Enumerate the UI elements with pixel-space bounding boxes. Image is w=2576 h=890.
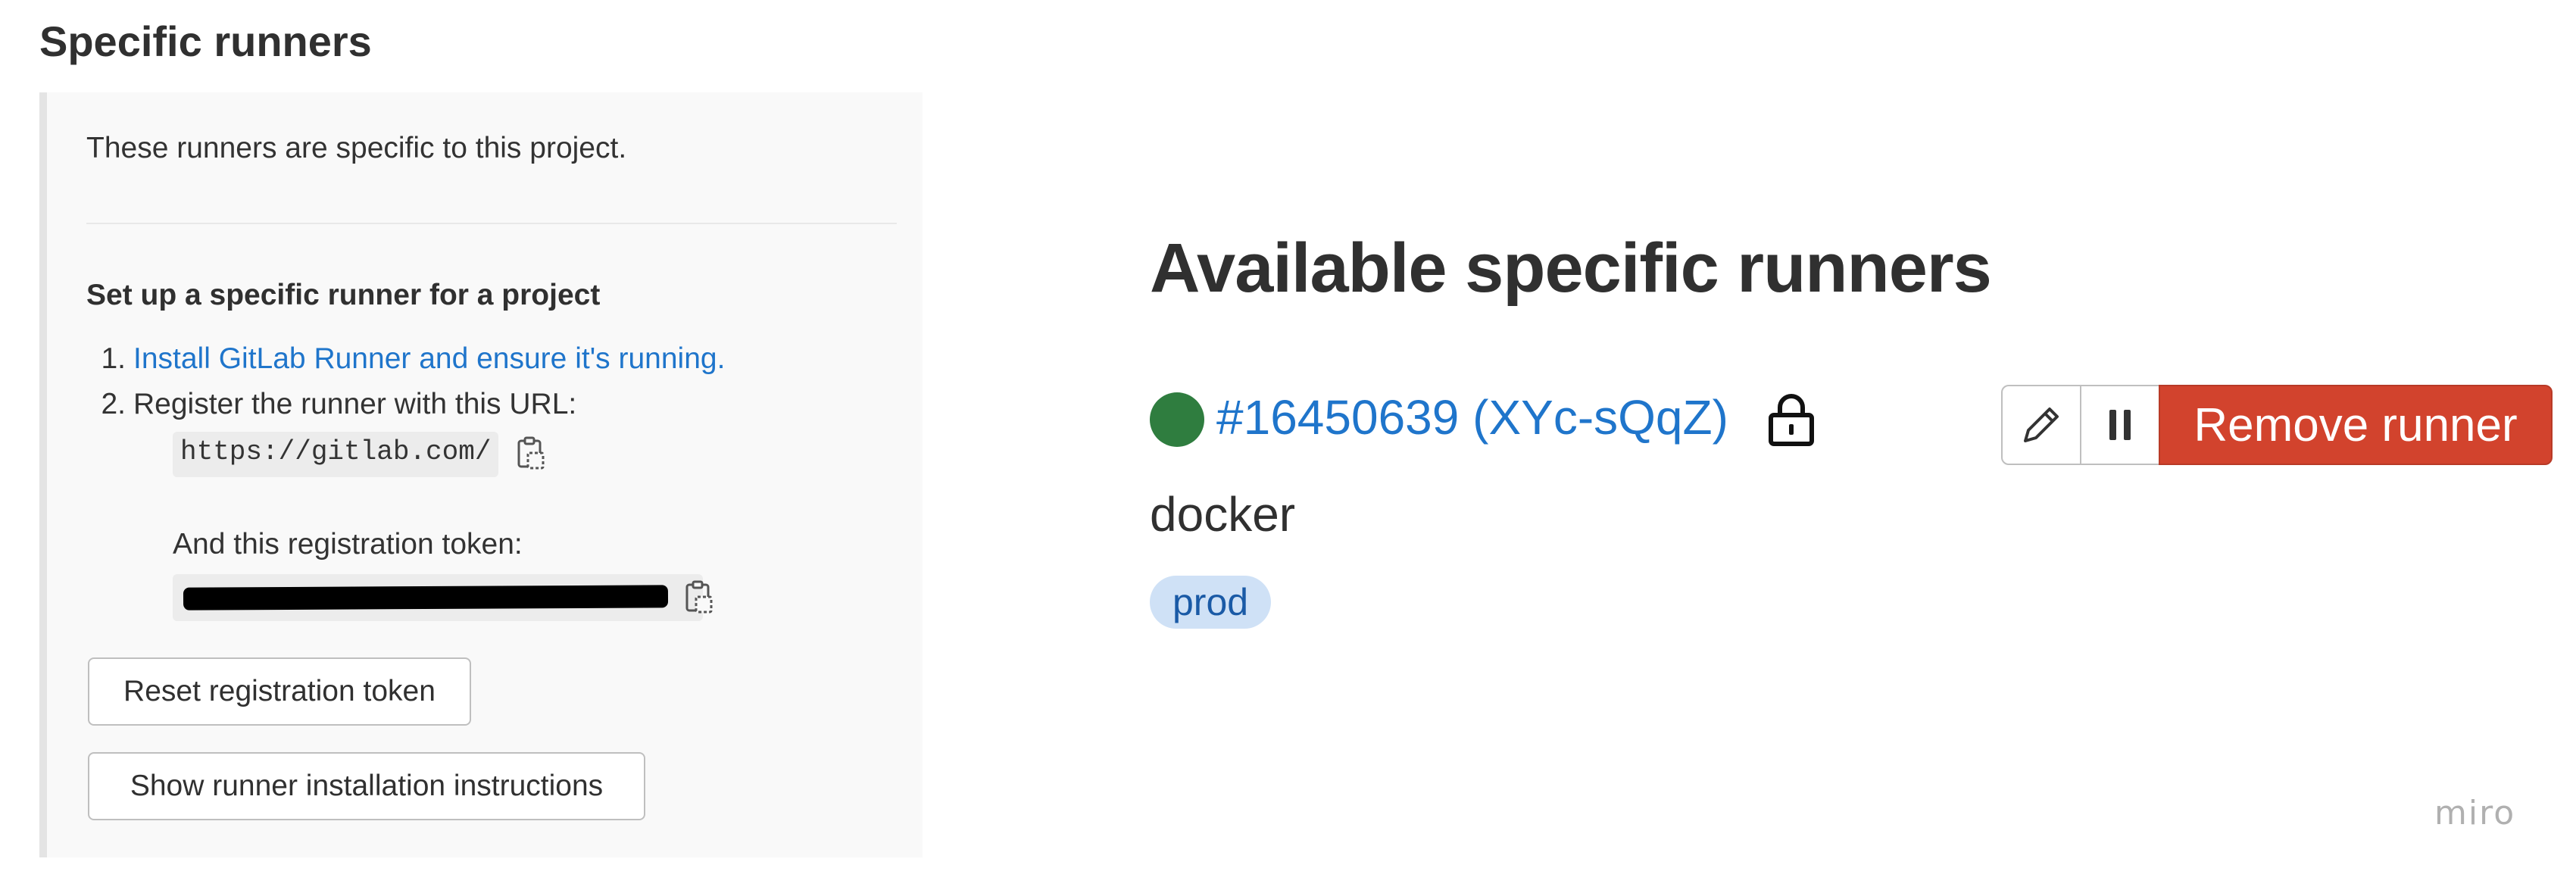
reset-token-button[interactable]: Reset registration token: [88, 657, 471, 726]
panel-description: These runners are specific to this proje…: [86, 132, 627, 164]
registration-url: https://gitlab.com/: [173, 432, 499, 477]
miro-watermark: miro: [2434, 794, 2516, 832]
edit-runner-button[interactable]: [2001, 385, 2081, 465]
lock-icon: [1769, 394, 1814, 446]
registration-token: [173, 574, 703, 621]
available-runners-title: Available specific runners: [1150, 230, 1992, 307]
section-title: Specific runners: [39, 17, 372, 65]
runner-link[interactable]: #16450639 (XYc-sQqZ): [1216, 389, 1728, 445]
setup-step-2: 2. Register the runner with this URL:: [86, 388, 576, 421]
runner-description: docker: [1150, 487, 1296, 542]
remove-runner-button[interactable]: Remove runner: [2159, 385, 2553, 465]
setup-title: Set up a specific runner for a project: [86, 279, 601, 311]
setup-step-1: 1. Install GitLab Runner and ensure it's …: [86, 342, 725, 376]
runner-actions: Remove runner: [2001, 385, 2553, 465]
runner-status-indicator: [1150, 392, 1204, 447]
token-redaction: [183, 585, 669, 611]
step-text: Register the runner with this URL:: [133, 388, 577, 420]
page: Specific runners These runners are speci…: [0, 0, 2576, 890]
pencil-icon: [2024, 408, 2059, 442]
runner-tag: prod: [1150, 576, 1272, 629]
copy-icon[interactable]: [517, 436, 545, 471]
copy-icon[interactable]: [685, 580, 713, 615]
step-number: 2.: [101, 388, 126, 420]
pause-icon: [2109, 410, 2131, 440]
pause-runner-button[interactable]: [2081, 385, 2159, 465]
step-number: 1.: [101, 342, 126, 375]
settings-panel: These runners are specific to this proje…: [39, 92, 923, 857]
install-runner-link[interactable]: Install GitLab Runner and ensure it's ru…: [133, 342, 725, 375]
show-instructions-button[interactable]: Show runner installation instructions: [88, 752, 645, 820]
token-label: And this registration token:: [173, 528, 523, 561]
divider: [86, 223, 897, 224]
